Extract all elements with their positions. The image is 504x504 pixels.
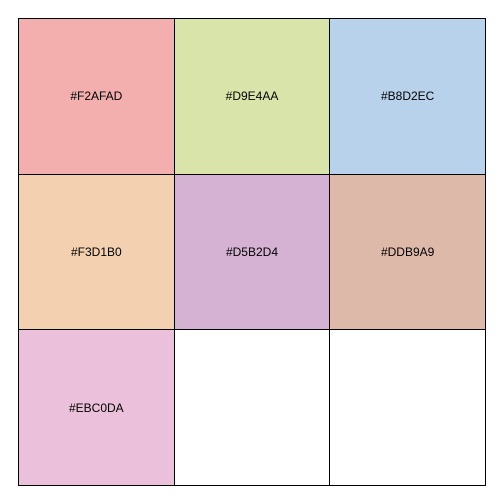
- swatch-label: #B8D2EC: [380, 89, 435, 104]
- empty-cell: [174, 330, 331, 486]
- swatch-cell: #B8D2EC: [330, 19, 486, 175]
- swatch-cell: #F2AFAD: [19, 19, 175, 175]
- swatch-label: #F2AFAD: [70, 89, 123, 104]
- swatch-cell: #D9E4AA: [174, 19, 331, 175]
- empty-cell: [330, 330, 486, 486]
- swatch-grid: #F2AFAD #D9E4AA #B8D2EC #F3D1B0 #D5B2D4 …: [18, 18, 486, 486]
- swatch-cell: #DDB9A9: [330, 174, 486, 331]
- swatch-label: #D9E4AA: [225, 89, 279, 104]
- swatch-label: #D5B2D4: [225, 244, 278, 259]
- swatch-cell: #F3D1B0: [19, 174, 175, 331]
- swatch-label: #F3D1B0: [70, 244, 122, 259]
- swatch-label: #DDB9A9: [380, 244, 435, 259]
- swatch-cell: #EBC0DA: [19, 330, 175, 486]
- swatch-label: #EBC0DA: [68, 400, 124, 415]
- swatch-cell: #D5B2D4: [174, 174, 331, 331]
